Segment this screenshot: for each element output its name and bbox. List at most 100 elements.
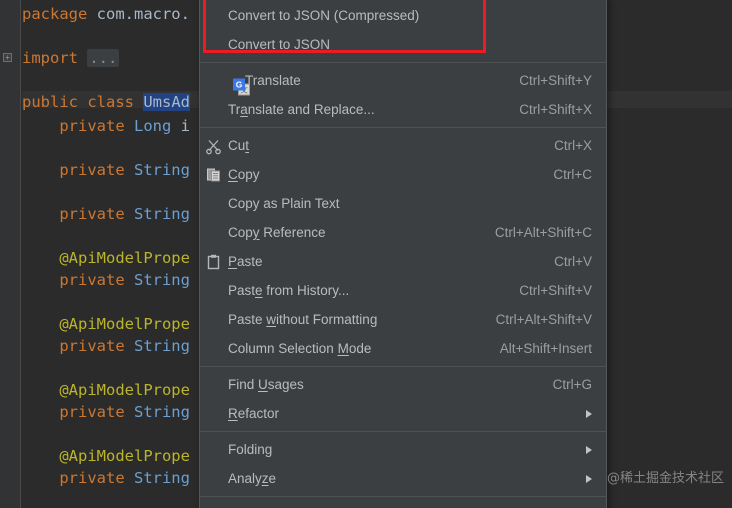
menu-item-shortcut: Ctrl+X [554,138,592,153]
code-token: @ApiModelPrope [22,315,190,333]
code-line: @ApiModelPrope [22,448,190,464]
menu-item-shortcut: Ctrl+G [552,377,592,392]
menu-item-translate-and-replace[interactable]: Translate and Replace... Ctrl+Shift+X [200,95,606,124]
menu-item-analyze[interactable]: Analyze [200,464,606,493]
menu-item-label: Copy Reference [228,225,326,240]
menu-item-label: Column Selection Mode [228,341,372,356]
menu-item-copy[interactable]: Copy Ctrl+C [200,160,606,189]
code-line: private String [22,404,190,420]
code-token: ... [87,49,120,67]
code-token: private [22,469,134,487]
submenu-arrow-icon [586,409,592,418]
code-token: private [22,161,134,179]
menu-item-paste-without-formatting[interactable]: Paste without Formatting Ctrl+Alt+Shift+V [200,305,606,334]
menu-item-folding[interactable]: Folding [200,435,606,464]
menu-item-label: Paste from History... [228,283,350,298]
menu-item-label: Translate [245,73,301,88]
menu-item-copy-reference[interactable]: Copy Reference Ctrl+Alt+Shift+C [200,218,606,247]
menu-item-label: Translate and Replace... [228,102,375,117]
menu-item-convert-to-json-compressed[interactable]: Convert to JSON (Compressed) [200,1,606,30]
code-token: String [133,161,190,179]
code-line: private String [22,338,190,354]
menu-item-column-selection-mode[interactable]: Column Selection Mode Alt+Shift+Insert [200,334,606,363]
menu-item-label: Convert to JSON (Compressed) [228,8,420,23]
menu-item-label: Convert to JSON [228,37,331,52]
menu-item-copy-as-plain-text[interactable]: Copy as Plain Text [200,189,606,218]
cut-icon [205,137,222,154]
menu-item-convert-to-json[interactable]: Convert to JSON [200,30,606,59]
code-token: private [22,403,134,421]
menu-item-paste-from-history[interactable]: Paste from History... Ctrl+Shift+V [200,276,606,305]
watermark-text: @稀土掘金技术社区 [606,471,724,486]
menu-item-paste[interactable]: Paste Ctrl+V [200,247,606,276]
paste-icon [205,253,222,270]
menu-item-label: Find Usages [228,377,304,392]
code-token: private [22,271,134,289]
menu-item-shortcut: Ctrl+Alt+Shift+V [495,312,592,327]
submenu-arrow-icon [586,474,592,483]
menu-separator [200,496,606,497]
code-token: String [133,271,190,289]
code-line: private String [22,162,190,178]
code-token: String [133,337,190,355]
menu-separator [200,127,606,128]
menu-item-label: Copy [228,167,260,182]
code-line: import ... [22,49,120,67]
code-line: @ApiModelPrope [22,316,190,332]
menu-item-find-usages[interactable]: Find Usages Ctrl+G [200,370,606,399]
code-line: private String [22,206,190,222]
code-token: String [133,205,190,223]
ide-screenshot: package com.macro. import ... public class… [0,0,732,508]
code-token: String [133,469,190,487]
menu-item-shortcut: Ctrl+V [554,254,592,269]
menu-item-shortcut: Ctrl+C [553,167,592,182]
menu-item-shortcut: Alt+Shift+Insert [499,341,592,356]
code-token: private [22,117,134,135]
fold-expand-icon[interactable] [3,53,12,62]
menu-separator [200,431,606,432]
code-token: com.macro. [96,5,190,23]
menu-item-shortcut: Ctrl+Shift+Y [519,73,592,88]
menu-item-shortcut: Ctrl+Shift+V [519,283,592,298]
copy-icon [205,166,222,183]
menu-item-label: Paste [228,254,263,269]
menu-item-shortcut: Ctrl+Alt+Shift+C [494,225,592,240]
code-token: private [22,337,134,355]
code-token: @ApiModelPrope [22,447,190,465]
menu-item-label: Folding [228,442,273,457]
code-token: @ApiModelPrope [22,381,190,399]
menu-item-translate[interactable]: 文GTranslate Ctrl+Shift+Y [200,66,606,95]
code-token: Long [133,117,181,135]
submenu-arrow-icon [586,445,592,454]
menu-separator [200,62,606,63]
menu-item-label: Paste without Formatting [228,312,378,327]
code-token: import [22,49,88,67]
menu-item-refactor[interactable]: Refactor [200,399,606,428]
translate-icon: 文G [233,78,250,95]
code-token: i [180,117,190,135]
code-line: @ApiModelPrope [22,250,190,266]
translate-g-glyph: G [233,78,245,90]
code-line: private Long i [22,118,190,134]
editor-context-menu[interactable]: Convert to JSON (Compressed) Convert to J… [199,0,607,508]
menu-item-label: Refactor [228,406,280,421]
code-line: @ApiModelPrope [22,382,190,398]
menu-separator [200,366,606,367]
code-line: private String [22,470,190,486]
code-token: String [133,403,190,421]
code-token: private [22,205,134,223]
menu-item-search-with-google[interactable]: Search with Google [200,500,606,508]
menu-item-label: Analyze [228,471,277,486]
menu-item-label: Cut [228,138,250,153]
code-token: UmsAd [143,93,190,111]
menu-item-shortcut: Ctrl+Shift+X [519,102,592,117]
code-token: package [22,5,97,23]
code-token: @ApiModelPrope [22,249,190,267]
menu-item-label: Copy as Plain Text [228,196,340,211]
code-token: public class [22,93,144,111]
code-line: package com.macro. [22,6,190,22]
code-line: private String [22,272,190,288]
menu-item-cut[interactable]: Cut Ctrl+X [200,131,606,160]
code-line: public class UmsAd [22,93,190,111]
editor-gutter[interactable] [0,0,21,508]
